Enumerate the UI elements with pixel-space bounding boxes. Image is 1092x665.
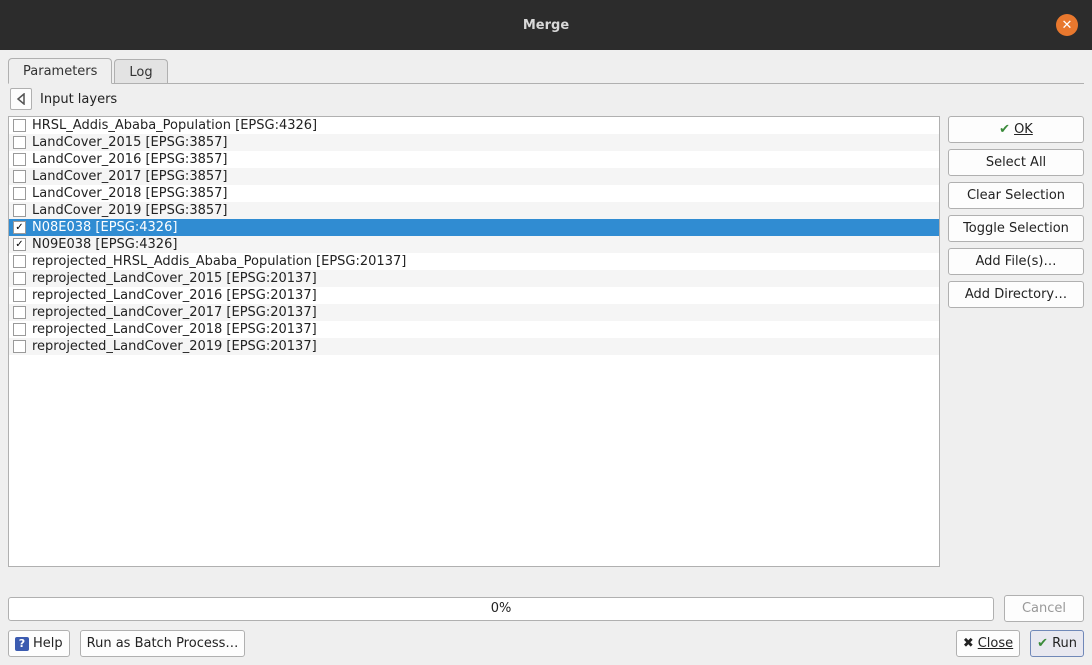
x-icon: ✖ bbox=[963, 636, 974, 651]
list-item[interactable]: LandCover_2019 [EPSG:3857] bbox=[9, 202, 939, 219]
checkbox[interactable] bbox=[13, 221, 26, 234]
help-label: Help bbox=[33, 636, 63, 651]
help-icon: ? bbox=[15, 637, 29, 651]
checkmark-icon: ✔ bbox=[1037, 636, 1048, 651]
progress-text: 0% bbox=[491, 601, 512, 616]
checkbox[interactable] bbox=[13, 187, 26, 200]
list-item[interactable]: LandCover_2016 [EPSG:3857] bbox=[9, 151, 939, 168]
checkbox[interactable] bbox=[13, 119, 26, 132]
list-item[interactable]: LandCover_2017 [EPSG:3857] bbox=[9, 168, 939, 185]
list-item-label: LandCover_2017 [EPSG:3857] bbox=[32, 169, 227, 184]
add-files-button[interactable]: Add File(s)… bbox=[948, 248, 1084, 275]
close-button[interactable]: ✖ Close bbox=[956, 630, 1020, 657]
side-buttons: ✔ OK Select All Clear Selection Toggle S… bbox=[948, 116, 1084, 567]
cancel-button: Cancel bbox=[1004, 595, 1084, 622]
subheader: Input layers bbox=[8, 83, 1084, 116]
window-close-button[interactable]: ✕ bbox=[1056, 14, 1078, 36]
run-label: Run bbox=[1052, 636, 1077, 651]
list-item[interactable]: HRSL_Addis_Ababa_Population [EPSG:4326] bbox=[9, 117, 939, 134]
list-item-label: LandCover_2018 [EPSG:3857] bbox=[32, 186, 227, 201]
run-button[interactable]: ✔ Run bbox=[1030, 630, 1084, 657]
checkbox[interactable] bbox=[13, 306, 26, 319]
checkbox[interactable] bbox=[13, 136, 26, 149]
select-all-button[interactable]: Select All bbox=[948, 149, 1084, 176]
list-item-label: LandCover_2015 [EPSG:3857] bbox=[32, 135, 227, 150]
list-item-label: HRSL_Addis_Ababa_Population [EPSG:4326] bbox=[32, 118, 317, 133]
checkmark-icon: ✔ bbox=[999, 122, 1010, 137]
toggle-selection-button[interactable]: Toggle Selection bbox=[948, 215, 1084, 242]
clear-selection-button[interactable]: Clear Selection bbox=[948, 182, 1084, 209]
list-item[interactable]: reprojected_LandCover_2016 [EPSG:20137] bbox=[9, 287, 939, 304]
merge-dialog: Merge ✕ Parameters Log Input layers HRSL… bbox=[0, 0, 1092, 665]
list-item-label: reprojected_LandCover_2019 [EPSG:20137] bbox=[32, 339, 317, 354]
checkbox[interactable] bbox=[13, 255, 26, 268]
list-item[interactable]: N08E038 [EPSG:4326] bbox=[9, 219, 939, 236]
list-item-label: reprojected_LandCover_2018 [EPSG:20137] bbox=[32, 322, 317, 337]
list-item-label: reprojected_LandCover_2015 [EPSG:20137] bbox=[32, 271, 317, 286]
close-label: Close bbox=[978, 636, 1013, 651]
list-item[interactable]: LandCover_2015 [EPSG:3857] bbox=[9, 134, 939, 151]
batch-button[interactable]: Run as Batch Process… bbox=[80, 630, 246, 657]
checkbox[interactable] bbox=[13, 238, 26, 251]
add-directory-button[interactable]: Add Directory… bbox=[948, 281, 1084, 308]
back-icon bbox=[16, 93, 26, 105]
list-item[interactable]: reprojected_HRSL_Addis_Ababa_Population … bbox=[9, 253, 939, 270]
content-area: Parameters Log Input layers HRSL_Addis_A… bbox=[0, 50, 1092, 665]
help-button[interactable]: ? Help bbox=[8, 630, 70, 657]
list-item[interactable]: reprojected_LandCover_2018 [EPSG:20137] bbox=[9, 321, 939, 338]
layer-listbox[interactable]: HRSL_Addis_Ababa_Population [EPSG:4326] L… bbox=[8, 116, 940, 567]
checkbox[interactable] bbox=[13, 272, 26, 285]
checkbox[interactable] bbox=[13, 289, 26, 302]
list-item-label: LandCover_2019 [EPSG:3857] bbox=[32, 203, 227, 218]
checkbox[interactable] bbox=[13, 153, 26, 166]
subheader-label: Input layers bbox=[40, 92, 117, 107]
ok-button[interactable]: ✔ OK bbox=[948, 116, 1084, 143]
list-item[interactable]: reprojected_LandCover_2019 [EPSG:20137] bbox=[9, 338, 939, 355]
close-icon: ✕ bbox=[1062, 18, 1073, 33]
checkbox[interactable] bbox=[13, 170, 26, 183]
progress-bar: 0% bbox=[8, 597, 994, 621]
checkbox[interactable] bbox=[13, 323, 26, 336]
progress-row: 0% Cancel bbox=[8, 595, 1084, 622]
bottom-bar: ? Help Run as Batch Process… ✖ Close ✔ R… bbox=[8, 630, 1084, 657]
back-button[interactable] bbox=[10, 88, 32, 110]
checkbox[interactable] bbox=[13, 340, 26, 353]
list-item-label: N08E038 [EPSG:4326] bbox=[32, 220, 177, 235]
ok-label: OK bbox=[1014, 122, 1033, 137]
list-item-label: reprojected_LandCover_2017 [EPSG:20137] bbox=[32, 305, 317, 320]
tab-parameters[interactable]: Parameters bbox=[8, 58, 112, 84]
tab-bar: Parameters Log bbox=[8, 58, 1084, 84]
list-item-label: LandCover_2016 [EPSG:3857] bbox=[32, 152, 227, 167]
list-item-label: reprojected_LandCover_2016 [EPSG:20137] bbox=[32, 288, 317, 303]
list-item-label: N09E038 [EPSG:4326] bbox=[32, 237, 177, 252]
checkbox[interactable] bbox=[13, 204, 26, 217]
titlebar: Merge ✕ bbox=[0, 0, 1092, 50]
list-item[interactable]: LandCover_2018 [EPSG:3857] bbox=[9, 185, 939, 202]
list-item[interactable]: reprojected_LandCover_2015 [EPSG:20137] bbox=[9, 270, 939, 287]
window-title: Merge bbox=[523, 18, 569, 33]
list-item[interactable]: reprojected_LandCover_2017 [EPSG:20137] bbox=[9, 304, 939, 321]
list-item[interactable]: N09E038 [EPSG:4326] bbox=[9, 236, 939, 253]
main-area: HRSL_Addis_Ababa_Population [EPSG:4326] L… bbox=[8, 116, 1084, 567]
list-item-label: reprojected_HRSL_Addis_Ababa_Population … bbox=[32, 254, 406, 269]
tab-log[interactable]: Log bbox=[114, 59, 167, 84]
